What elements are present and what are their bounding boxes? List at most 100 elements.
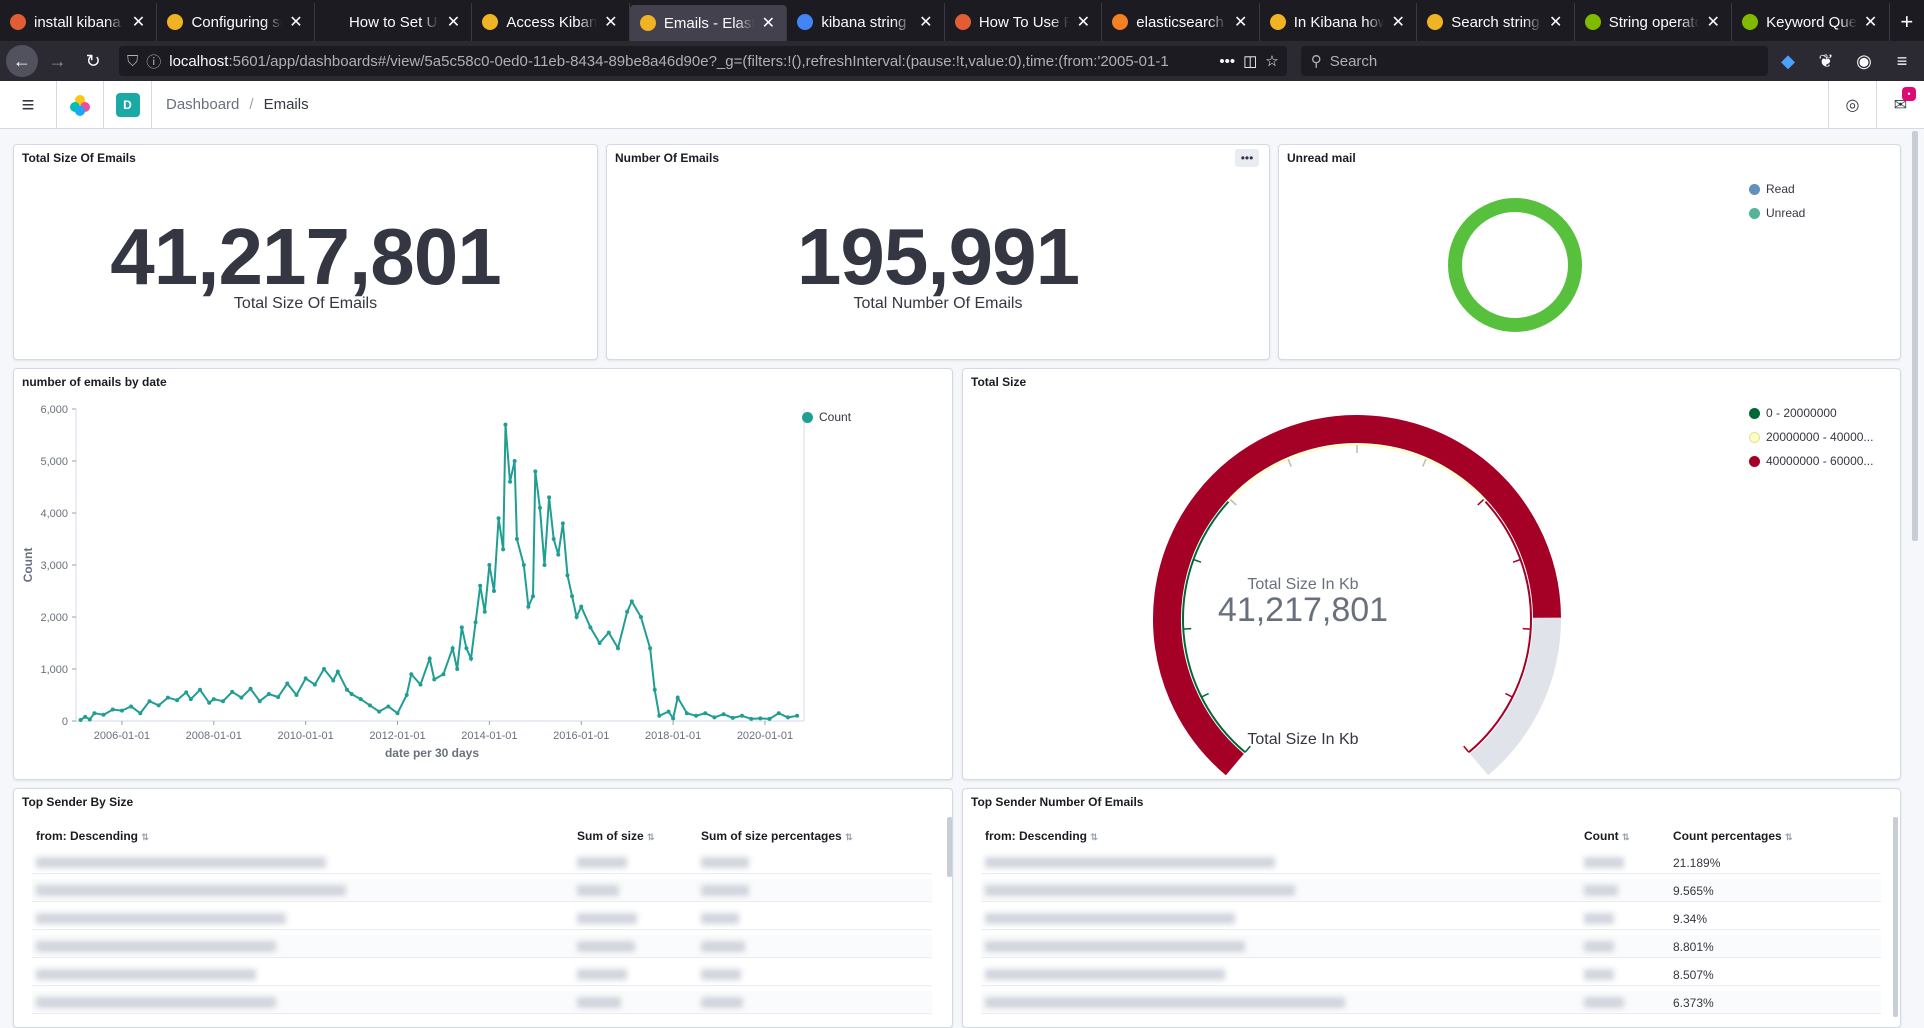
data-point[interactable] — [758, 716, 762, 720]
data-point[interactable] — [483, 610, 487, 614]
donut-ring[interactable] — [1455, 205, 1575, 325]
data-point[interactable] — [579, 605, 583, 609]
legend-item[interactable]: Unread — [1749, 201, 1805, 225]
data-point[interactable] — [561, 521, 565, 525]
data-point[interactable] — [749, 717, 753, 721]
browser-tab[interactable]: Search string✕ — [1417, 3, 1574, 41]
data-point[interactable] — [497, 516, 501, 520]
tab-close-icon[interactable]: ✕ — [130, 12, 146, 32]
table-row[interactable] — [32, 851, 932, 874]
legend-item[interactable]: 20000000 - 40000... — [1749, 425, 1873, 449]
tab-close-icon[interactable]: ✕ — [1075, 12, 1091, 32]
data-point[interactable] — [786, 715, 790, 719]
data-point[interactable] — [777, 711, 781, 715]
data-point[interactable] — [88, 717, 92, 721]
data-point[interactable] — [386, 704, 390, 708]
table-row[interactable] — [32, 907, 932, 930]
tab-close-icon[interactable]: ✕ — [445, 12, 461, 32]
data-point[interactable] — [92, 711, 96, 715]
tab-close-icon[interactable]: ✕ — [603, 12, 619, 32]
table-row[interactable]: 21.189% — [981, 851, 1881, 874]
data-point[interactable] — [731, 716, 735, 720]
data-point[interactable] — [460, 625, 464, 629]
data-point[interactable] — [184, 690, 188, 694]
data-point[interactable] — [469, 657, 473, 661]
data-point[interactable] — [588, 625, 592, 629]
data-point[interactable] — [221, 699, 225, 703]
breadcrumb-dashboard[interactable]: Dashboard — [166, 96, 239, 113]
panel-options-button[interactable]: ••• — [1235, 149, 1259, 167]
data-point[interactable] — [508, 480, 512, 484]
help-icon[interactable]: ◎ — [1828, 81, 1876, 129]
data-point[interactable] — [565, 573, 569, 577]
table-row[interactable]: 9.565% — [981, 879, 1881, 902]
data-point[interactable] — [258, 699, 262, 703]
table-scrollbar[interactable] — [1893, 817, 1898, 1017]
data-point[interactable] — [120, 709, 124, 713]
data-point[interactable] — [676, 696, 680, 700]
data-point[interactable] — [304, 676, 308, 680]
forward-icon[interactable]: → — [42, 45, 74, 77]
data-point[interactable] — [239, 696, 243, 700]
data-point[interactable] — [607, 631, 611, 635]
data-point[interactable] — [377, 710, 381, 714]
kibana-logo[interactable] — [56, 81, 104, 129]
page-scrollbar[interactable] — [1912, 131, 1918, 541]
data-point[interactable] — [538, 506, 542, 510]
lock-icon[interactable]: ⓘ — [146, 51, 161, 72]
extension-icon-2[interactable]: ❦ — [1810, 45, 1842, 77]
browser-tab[interactable]: Access Kibana✕ — [472, 3, 629, 41]
extension-icon-3[interactable]: ◉ — [1848, 45, 1880, 77]
browser-tab[interactable]: kibana string✕ — [787, 3, 944, 41]
data-point[interactable] — [129, 704, 133, 708]
data-point[interactable] — [189, 697, 193, 701]
column-header-sum-size[interactable]: Sum of size ⇅ — [577, 829, 655, 843]
data-point[interactable] — [503, 423, 507, 427]
browser-tab[interactable]: How To Use Re✕ — [945, 3, 1102, 41]
browser-tab[interactable]: In Kibana how✕ — [1260, 3, 1417, 41]
browser-tab[interactable]: How to Set Up a L✕ — [315, 3, 472, 41]
data-point[interactable] — [294, 693, 298, 697]
data-point[interactable] — [432, 677, 436, 681]
data-point[interactable] — [639, 615, 643, 619]
data-point[interactable] — [249, 687, 253, 691]
data-point[interactable] — [492, 589, 496, 593]
data-point[interactable] — [336, 670, 340, 674]
browser-tab[interactable]: Configuring se✕ — [157, 3, 314, 41]
browser-tab[interactable]: elasticsearch✕ — [1102, 3, 1259, 41]
data-point[interactable] — [575, 615, 579, 619]
bookmark-star-icon[interactable]: ☆ — [1265, 52, 1278, 70]
data-point[interactable] — [313, 683, 317, 687]
legend-item-count[interactable]: Count — [802, 405, 851, 429]
data-point[interactable] — [198, 688, 202, 692]
table-row[interactable] — [32, 935, 932, 958]
data-point[interactable] — [522, 563, 526, 567]
data-point[interactable] — [474, 620, 478, 624]
data-point[interactable] — [102, 713, 106, 717]
data-point[interactable] — [345, 688, 349, 692]
table-row[interactable]: 6.373% — [981, 991, 1881, 1014]
data-point[interactable] — [157, 703, 161, 707]
data-point[interactable] — [671, 716, 675, 720]
new-tab-icon[interactable]: + — [1890, 3, 1924, 41]
data-point[interactable] — [331, 678, 335, 682]
data-point[interactable] — [531, 594, 535, 598]
data-point[interactable] — [768, 717, 772, 721]
data-point[interactable] — [350, 692, 354, 696]
table-row[interactable]: 8.801% — [981, 935, 1881, 958]
data-point[interactable] — [526, 605, 530, 609]
table-row[interactable] — [32, 991, 932, 1014]
data-point[interactable] — [625, 610, 629, 614]
data-point[interactable] — [552, 537, 556, 541]
hamburger-menu-icon[interactable]: ≡ — [1886, 45, 1918, 77]
data-point[interactable] — [441, 672, 445, 676]
table-row[interactable]: 8.507% — [981, 963, 1881, 986]
table-scrollbar[interactable] — [947, 817, 952, 877]
data-point[interactable] — [111, 708, 115, 712]
tab-close-icon[interactable]: ✕ — [1705, 12, 1721, 32]
tab-close-icon[interactable]: ✕ — [1548, 12, 1564, 32]
table-row[interactable]: 9.34% — [981, 907, 1881, 930]
data-point[interactable] — [478, 584, 482, 588]
table-row[interactable] — [32, 879, 932, 902]
data-point[interactable] — [175, 698, 179, 702]
